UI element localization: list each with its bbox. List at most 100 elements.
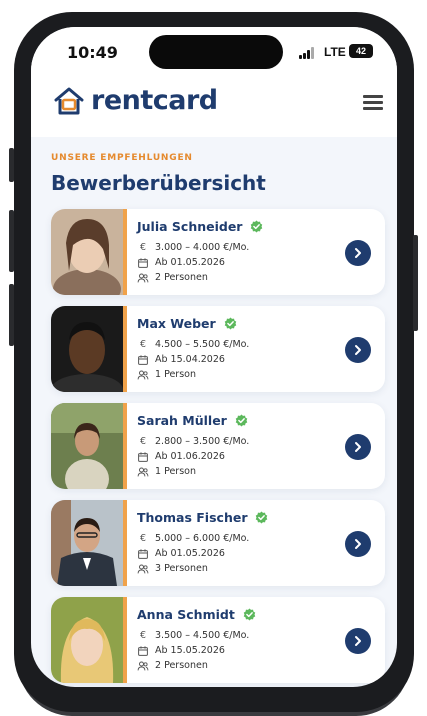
chevron-right-icon xyxy=(355,539,361,549)
calendar-icon xyxy=(138,354,148,365)
applicant-persons: 2 Personen xyxy=(155,660,208,671)
card-accent xyxy=(123,306,127,392)
calendar-icon xyxy=(138,451,148,462)
budget-row: €5.000 – 6.000 €/Mo. xyxy=(137,533,249,544)
verified-badge-icon xyxy=(224,317,236,330)
open-applicant-button[interactable] xyxy=(345,240,371,266)
page-title: Bewerberübersicht xyxy=(51,171,266,195)
card-accent xyxy=(123,500,127,586)
applicant-name: Thomas Fischer xyxy=(137,510,248,525)
people-icon xyxy=(137,370,149,379)
applicant-photo xyxy=(51,306,123,392)
phone-side-button xyxy=(9,210,14,272)
card-accent xyxy=(123,209,127,295)
verified-badge-icon xyxy=(256,511,268,524)
calendar-icon xyxy=(138,645,148,656)
chevron-right-icon xyxy=(355,636,361,646)
applicant-name: Sarah Müller xyxy=(137,413,227,428)
battery-icon: 42 xyxy=(349,44,373,58)
name-row: Thomas Fischer xyxy=(137,510,268,525)
persons-row: 3 Personen xyxy=(137,563,208,574)
applicant-persons: 3 Personen xyxy=(155,563,208,574)
signal-icon xyxy=(299,47,319,59)
battery-level: 42 xyxy=(355,46,366,56)
open-applicant-button[interactable] xyxy=(345,434,371,460)
move-in-row: Ab 15.04.2026 xyxy=(137,354,225,365)
app-header: rentcard xyxy=(31,77,397,137)
applicant-budget: 4.500 – 5.500 €/Mo. xyxy=(155,339,250,350)
budget-row: €4.500 – 5.500 €/Mo. xyxy=(137,339,249,350)
applicant-persons: 2 Personen xyxy=(155,272,208,283)
applicant-card[interactable]: Max Weber €4.500 – 5.500 €/Mo. Ab 15.04.… xyxy=(51,306,385,392)
applicant-budget: 5.000 – 6.000 €/Mo. xyxy=(155,533,250,544)
verified-badge-icon xyxy=(235,414,248,427)
applicant-move-in: Ab 01.05.2026 xyxy=(155,548,225,559)
logo-text: rentcard xyxy=(91,85,218,116)
open-applicant-button[interactable] xyxy=(345,337,371,363)
verified-badge-icon xyxy=(243,608,256,621)
euro-icon: € xyxy=(139,339,147,350)
applicant-card[interactable]: Julia Schneider €3.000 – 4.000 €/Mo. Ab … xyxy=(51,209,385,295)
card-accent xyxy=(123,403,127,489)
name-row: Julia Schneider xyxy=(137,219,263,234)
logo[interactable]: rentcard xyxy=(53,85,218,116)
calendar-icon xyxy=(138,548,148,559)
budget-row: €3.000 – 4.000 €/Mo. xyxy=(137,242,249,253)
applicant-photo xyxy=(51,500,123,586)
applicant-card[interactable]: Sarah Müller €2.800 – 3.500 €/Mo. Ab 01.… xyxy=(51,403,385,489)
network-label: LTE xyxy=(324,45,346,59)
card-accent xyxy=(123,597,127,683)
move-in-row: Ab 01.05.2026 xyxy=(137,548,225,559)
phone-screen: 10:49 LTE 42 rentcard UNSERE EMPFEHLUNGE… xyxy=(31,27,397,687)
calendar-icon xyxy=(138,257,148,268)
phone-side-button xyxy=(9,148,14,182)
applicant-card[interactable]: Thomas Fischer €5.000 – 6.000 €/Mo. Ab 0… xyxy=(51,500,385,586)
applicant-name: Max Weber xyxy=(137,316,216,331)
applicant-name: Anna Schmidt xyxy=(137,607,235,622)
people-icon xyxy=(137,273,149,282)
people-icon xyxy=(137,467,149,476)
budget-row: €3.500 – 4.500 €/Mo. xyxy=(137,630,249,641)
name-row: Sarah Müller xyxy=(137,413,248,428)
house-logo-icon xyxy=(54,87,84,114)
open-applicant-button[interactable] xyxy=(345,531,371,557)
phone-side-button xyxy=(413,235,418,331)
people-icon xyxy=(137,661,149,670)
applicant-name: Julia Schneider xyxy=(137,219,243,234)
hamburger-menu-icon[interactable] xyxy=(363,95,383,111)
applicant-move-in: Ab 15.04.2026 xyxy=(155,354,225,365)
move-in-row: Ab 01.06.2026 xyxy=(137,451,225,462)
persons-row: 1 Person xyxy=(137,369,196,380)
applicant-persons: 1 Person xyxy=(155,369,196,380)
euro-icon: € xyxy=(139,533,147,544)
applicant-photo xyxy=(51,597,123,683)
people-icon xyxy=(137,564,149,573)
euro-icon: € xyxy=(139,242,147,253)
applicant-move-in: Ab 01.06.2026 xyxy=(155,451,225,462)
applicant-budget: 3.500 – 4.500 €/Mo. xyxy=(155,630,250,641)
chevron-right-icon xyxy=(355,345,361,355)
persons-row: 2 Personen xyxy=(137,660,208,671)
chevron-right-icon xyxy=(355,442,361,452)
name-row: Max Weber xyxy=(137,316,237,331)
persons-row: 2 Personen xyxy=(137,272,208,283)
applicant-card[interactable]: Anna Schmidt €3.500 – 4.500 €/Mo. Ab 15.… xyxy=(51,597,385,683)
euro-icon: € xyxy=(139,436,147,447)
open-applicant-button[interactable] xyxy=(345,628,371,654)
status-bar: 10:49 LTE 42 xyxy=(31,27,397,77)
applicant-photo xyxy=(51,403,123,489)
move-in-row: Ab 01.05.2026 xyxy=(137,257,225,268)
applicant-photo xyxy=(51,209,123,295)
phone-side-button xyxy=(9,284,14,346)
applicant-persons: 1 Person xyxy=(155,466,196,477)
move-in-row: Ab 15.05.2026 xyxy=(137,645,225,656)
applicant-budget: 2.800 – 3.500 €/Mo. xyxy=(155,436,250,447)
dynamic-island xyxy=(149,35,283,69)
name-row: Anna Schmidt xyxy=(137,607,256,622)
budget-row: €2.800 – 3.500 €/Mo. xyxy=(137,436,249,447)
applicant-move-in: Ab 01.05.2026 xyxy=(155,257,225,268)
chevron-right-icon xyxy=(355,248,361,258)
persons-row: 1 Person xyxy=(137,466,196,477)
euro-icon: € xyxy=(139,630,147,641)
section-eyebrow: UNSERE EMPFEHLUNGEN xyxy=(51,153,193,163)
